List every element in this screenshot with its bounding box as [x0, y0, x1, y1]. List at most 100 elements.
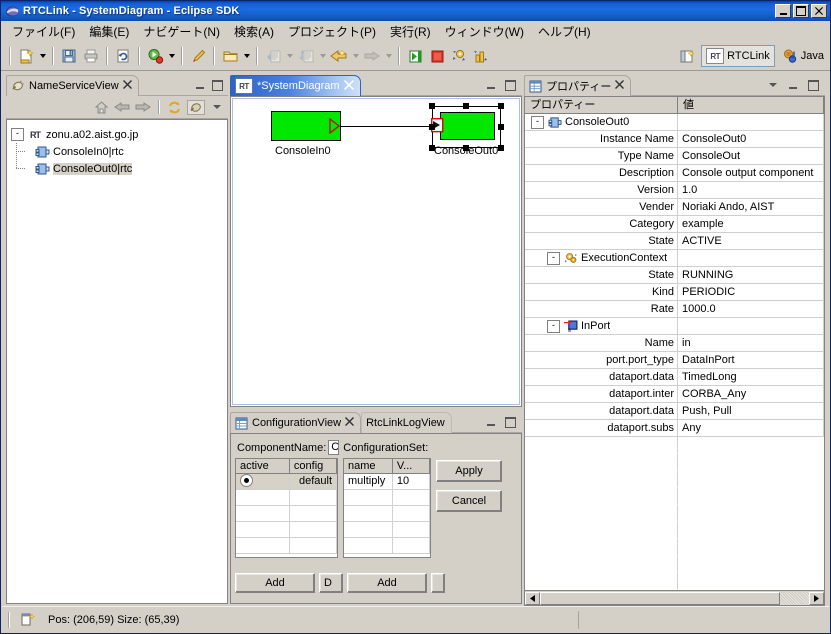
forward-dropdown-arrow-icon[interactable]	[383, 45, 394, 67]
col-value[interactable]: 値	[678, 97, 824, 114]
property-row[interactable]: dataport.data Push, Pull	[525, 403, 824, 420]
tree-node-console-in0[interactable]: ConsoleIn0|rtc	[23, 143, 223, 160]
new-wizard-icon[interactable]	[15, 45, 37, 67]
add-value-button[interactable]: Add	[347, 573, 427, 593]
collapse-icon[interactable]: -	[531, 115, 544, 129]
table-row[interactable]: multiply 10	[344, 474, 430, 490]
tree-node-root[interactable]: - RT zonu.a02.aist.go.jp	[11, 126, 223, 143]
table-row[interactable]	[236, 506, 337, 522]
scrollbar-thumb[interactable]	[540, 591, 780, 605]
selection-handle[interactable]	[429, 124, 435, 130]
property-row[interactable]: Name in	[525, 335, 824, 352]
view-menu-icon[interactable]	[766, 78, 780, 92]
tab-system-diagram[interactable]: RT *SystemDiagram	[230, 75, 361, 96]
property-value-cell[interactable]: TimedLong	[678, 369, 824, 386]
menu-edit[interactable]: 編集(E)	[82, 21, 136, 43]
table-row[interactable]: default	[236, 474, 337, 490]
selection-handle[interactable]	[463, 145, 469, 151]
property-row-empty[interactable]	[525, 454, 824, 471]
run-dropdown-arrow-icon[interactable]	[166, 45, 177, 67]
property-row[interactable]: Instance Name ConsoleOut0	[525, 131, 824, 148]
table-row[interactable]	[344, 506, 430, 522]
close-icon[interactable]	[343, 79, 354, 93]
menu-project[interactable]: プロジェクト(P)	[281, 21, 383, 43]
back-icon[interactable]	[114, 101, 130, 113]
property-value-cell[interactable]: ConsoleOut	[678, 148, 824, 165]
selection-handle[interactable]	[498, 103, 504, 109]
config-value-table[interactable]: name V... multiply 10	[343, 458, 431, 558]
table-row[interactable]	[344, 490, 430, 506]
tab-configuration-view[interactable]: ConfigurationView	[230, 412, 362, 433]
property-row-empty[interactable]	[525, 539, 824, 556]
tab-rtclink-log-view[interactable]: RtcLinkLogView	[361, 412, 452, 433]
col-name[interactable]: name	[344, 459, 393, 474]
collapse-icon[interactable]: -	[547, 251, 560, 265]
menu-run[interactable]: 実行(R)	[383, 21, 438, 43]
save-icon[interactable]	[58, 45, 80, 67]
property-row[interactable]: port.port_type DataInPort	[525, 352, 824, 369]
maximize-view-icon[interactable]	[210, 78, 224, 92]
col-property[interactable]: プロパティー	[525, 97, 678, 114]
external-tools-icon[interactable]	[187, 45, 209, 67]
maximize-view-icon[interactable]	[806, 78, 820, 92]
property-value-cell[interactable]	[678, 250, 824, 267]
diagram-canvas[interactable]: ConsoleIn0 ConsoleOut0	[230, 96, 522, 407]
property-value-cell[interactable]: Console output component	[678, 165, 824, 182]
col-active[interactable]: active	[236, 459, 290, 474]
next-annotation-dropdown-arrow-icon[interactable]	[284, 45, 295, 67]
col-config[interactable]: config	[289, 459, 337, 474]
minimize-view-icon[interactable]	[786, 78, 800, 92]
create-component-icon[interactable]	[448, 45, 470, 67]
start-nameservice-icon[interactable]	[404, 45, 426, 67]
cell-active-radio[interactable]	[236, 474, 290, 490]
cell-param-value[interactable]: 10	[392, 474, 430, 490]
property-value-cell[interactable]: PERIODIC	[678, 284, 824, 301]
property-value-cell[interactable]: Push, Pull	[678, 403, 824, 420]
property-value-cell[interactable]: RUNNING	[678, 267, 824, 284]
property-value-cell[interactable]: example	[678, 216, 824, 233]
forward-icon[interactable]	[361, 45, 383, 67]
menu-file[interactable]: ファイル(F)	[5, 21, 82, 43]
component-name-field[interactable]: C	[328, 440, 340, 455]
previous-annotation-icon[interactable]	[295, 45, 317, 67]
property-row-empty[interactable]	[525, 522, 824, 539]
stop-nameservice-icon[interactable]	[426, 45, 448, 67]
tab-name-service-view[interactable]: NameServiceView	[6, 75, 139, 96]
table-row[interactable]	[344, 538, 430, 554]
delete-config-button[interactable]: D	[319, 573, 343, 593]
perspective-java[interactable]: Java	[778, 46, 828, 66]
property-value-cell[interactable]	[678, 318, 824, 335]
delete-component-icon[interactable]	[470, 45, 492, 67]
property-row-empty[interactable]	[525, 437, 824, 454]
property-row[interactable]: Rate 1000.0	[525, 301, 824, 318]
next-annotation-icon[interactable]	[262, 45, 284, 67]
collapse-icon[interactable]: -	[11, 128, 24, 141]
run-icon[interactable]	[144, 45, 166, 67]
property-value-cell[interactable]: 1000.0	[678, 301, 824, 318]
property-row[interactable]: dataport.subs Any	[525, 420, 824, 437]
previous-annotation-dropdown-arrow-icon[interactable]	[317, 45, 328, 67]
menu-window[interactable]: ウィンドウ(W)	[438, 21, 531, 43]
menu-help[interactable]: ヘルプ(H)	[531, 21, 598, 43]
property-row-empty[interactable]	[525, 488, 824, 505]
back-icon[interactable]	[328, 45, 350, 67]
maximize-view-icon[interactable]	[503, 415, 517, 429]
property-row[interactable]: Type Name ConsoleOut	[525, 148, 824, 165]
minimize-editor-icon[interactable]	[484, 78, 498, 92]
active-radio-button[interactable]	[240, 474, 253, 487]
property-value-cell[interactable]: ConsoleOut0	[678, 131, 824, 148]
property-row-empty[interactable]	[525, 573, 824, 590]
delete-value-button[interactable]	[431, 573, 445, 593]
scroll-right-arrow-icon[interactable]	[809, 591, 824, 605]
tab-properties[interactable]: プロパティー	[524, 75, 632, 96]
property-row[interactable]: dataport.inter CORBA_Any	[525, 386, 824, 403]
minimize-view-icon[interactable]	[193, 78, 207, 92]
property-value-cell[interactable]: Noriaki Ando, AIST	[678, 199, 824, 216]
property-value-cell[interactable]: in	[678, 335, 824, 352]
cancel-button[interactable]: Cancel	[436, 490, 502, 512]
close-icon[interactable]	[615, 80, 625, 92]
properties-horizontal-scrollbar[interactable]	[524, 591, 825, 606]
property-value-cell[interactable]: ACTIVE	[678, 233, 824, 250]
close-button[interactable]	[811, 4, 827, 18]
property-value-cell[interactable]: 1.0	[678, 182, 824, 199]
